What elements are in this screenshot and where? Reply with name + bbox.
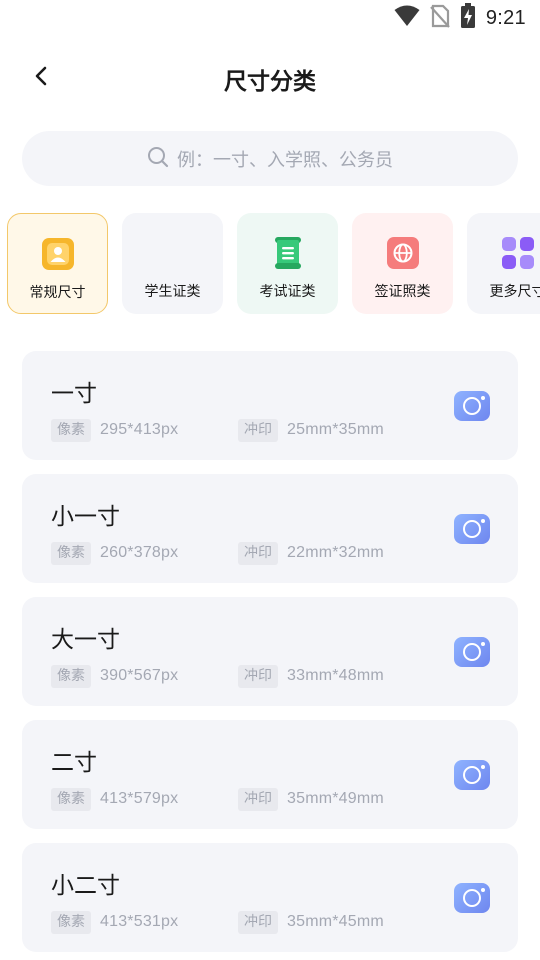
pixel-spec: 像素 390*567px [51, 664, 178, 688]
camera-icon[interactable] [454, 514, 490, 544]
pixel-value: 295*413px [100, 421, 179, 438]
category-exam-id[interactable]: 考试证类 [237, 213, 338, 314]
category-regular-size[interactable]: 常规尺寸 [7, 213, 108, 314]
size-name: 二寸 [51, 750, 97, 776]
print-value: 25mm*35mm [287, 421, 384, 438]
pixel-value: 260*378px [100, 544, 179, 561]
print-tag: 冲印 [238, 541, 278, 565]
pixel-spec: 像素 260*378px [51, 541, 178, 565]
camera-icon[interactable] [454, 760, 490, 790]
size-name: 小一寸 [51, 504, 120, 530]
document-list-icon [271, 236, 305, 270]
category-student-id[interactable]: 学生证类 [122, 213, 223, 314]
pixel-tag: 像素 [51, 541, 91, 565]
no-sim-icon [430, 4, 450, 32]
search-placeholder: 例：一寸、入学照、公务员 [177, 149, 393, 171]
size-card-4[interactable]: 二寸 像素 413*579px 冲印 35mm*49mm [22, 720, 518, 829]
search-icon [147, 146, 169, 172]
header: 尺寸分类 [0, 50, 540, 106]
pixel-value: 390*567px [100, 667, 179, 684]
page-title: 尺寸分类 [224, 69, 316, 95]
pixel-value: 413*579px [100, 790, 179, 807]
category-label: 常规尺寸 [29, 285, 86, 301]
size-name: 大一寸 [51, 627, 120, 653]
pixel-spec: 像素 295*413px [51, 418, 178, 442]
size-name: 一寸 [51, 381, 97, 407]
print-tag: 冲印 [238, 787, 278, 811]
pixel-tag: 像素 [51, 418, 91, 442]
category-visa[interactable]: 签证照类 [352, 213, 453, 314]
pixel-tag: 像素 [51, 910, 91, 934]
wifi-icon [394, 5, 420, 31]
status-time: 9:21 [485, 6, 526, 29]
print-tag: 冲印 [238, 664, 278, 688]
print-value: 35mm*49mm [287, 790, 384, 807]
grid-icon [501, 236, 535, 270]
globe-icon [386, 236, 420, 270]
battery-charging-icon [460, 3, 476, 33]
pixel-tag: 像素 [51, 787, 91, 811]
size-card-1[interactable]: 一寸 像素 295*413px 冲印 25mm*35mm [22, 351, 518, 460]
print-value: 22mm*32mm [287, 544, 384, 561]
person-badge-icon [41, 237, 75, 271]
size-card-5[interactable]: 小二寸 像素 413*531px 冲印 35mm*45mm [22, 843, 518, 952]
print-value: 35mm*45mm [287, 913, 384, 930]
print-tag: 冲印 [238, 418, 278, 442]
pixel-spec: 像素 413*531px [51, 910, 178, 934]
pixel-value: 413*531px [100, 913, 179, 930]
print-spec: 冲印 25mm*35mm [238, 418, 384, 442]
category-label: 更多尺寸 [489, 284, 540, 300]
category-label: 签证照类 [374, 284, 431, 300]
camera-icon[interactable] [454, 391, 490, 421]
print-tag: 冲印 [238, 910, 278, 934]
print-spec: 冲印 35mm*49mm [238, 787, 384, 811]
size-name: 小二寸 [51, 873, 120, 899]
print-spec: 冲印 33mm*48mm [238, 664, 384, 688]
print-spec: 冲印 22mm*32mm [238, 541, 384, 565]
search-input[interactable]: 例：一寸、入学照、公务员 [22, 131, 518, 186]
category-label: 学生证类 [144, 284, 201, 300]
size-card-2[interactable]: 小一寸 像素 260*378px 冲印 22mm*32mm [22, 474, 518, 583]
print-value: 33mm*48mm [287, 667, 384, 684]
camera-icon[interactable] [454, 883, 490, 913]
category-more-sizes[interactable]: 更多尺寸 [467, 213, 540, 314]
status-icons: 9:21 [394, 3, 526, 33]
category-row: 常规尺寸 学生证类 考试证类 签证照类 更多尺寸 [7, 213, 540, 315]
print-spec: 冲印 35mm*45mm [238, 910, 384, 934]
size-card-3[interactable]: 大一寸 像素 390*567px 冲印 33mm*48mm [22, 597, 518, 706]
pixel-tag: 像素 [51, 664, 91, 688]
camera-icon[interactable] [454, 637, 490, 667]
pixel-spec: 像素 413*579px [51, 787, 178, 811]
category-label: 考试证类 [259, 284, 316, 300]
status-bar: 9:21 [0, 0, 540, 36]
